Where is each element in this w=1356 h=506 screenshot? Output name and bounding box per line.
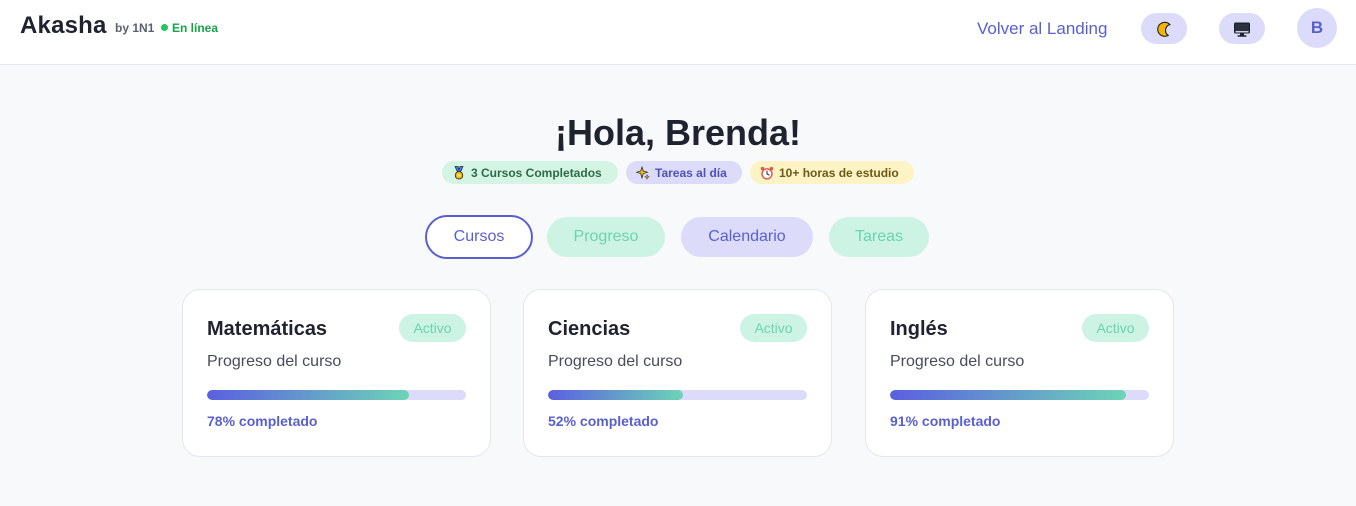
badge-courses-completed: 3 Cursos Completados xyxy=(442,161,618,184)
course-progress-label: 91% completado xyxy=(890,413,1001,429)
moon-icon xyxy=(1157,21,1171,37)
brand-logo[interactable]: Akasha xyxy=(20,12,107,40)
course-progress-caption: Progreso del curso xyxy=(207,353,342,370)
course-card-matematicas[interactable]: Matemáticas Activo Progreso del curso 78… xyxy=(182,289,491,457)
course-progress-caption: Progreso del curso xyxy=(548,353,683,370)
course-title: Matemáticas xyxy=(207,318,328,340)
monitor-icon xyxy=(1234,22,1250,37)
tab-progreso[interactable]: Progreso xyxy=(547,217,665,257)
tab-calendario[interactable]: Calendario xyxy=(681,217,813,257)
greeting-title: ¡Hola, Brenda! xyxy=(554,112,802,153)
course-title: Inglés xyxy=(890,318,948,340)
course-progress-fill xyxy=(548,390,683,400)
brand-byline: by 1N1 xyxy=(115,21,155,35)
course-progress-fill xyxy=(207,390,410,400)
badge-tasks-up-to-date: Tareas al día xyxy=(626,161,742,184)
course-progress-caption: Progreso del curso xyxy=(890,353,1025,370)
online-status-dot xyxy=(161,24,168,31)
display-mode-button[interactable] xyxy=(1219,13,1265,44)
badge-tasks-label: Tareas al día xyxy=(655,165,727,180)
course-card-ingles[interactable]: Inglés Activo Progreso del curso 91% com… xyxy=(865,289,1174,457)
theme-toggle-button[interactable] xyxy=(1141,13,1187,44)
course-progress-label: 78% completado xyxy=(207,413,318,429)
badge-courses-label: 3 Cursos Completados xyxy=(471,165,602,180)
course-status-badge: Activo xyxy=(740,314,807,342)
tab-cursos[interactable]: Cursos xyxy=(425,215,533,259)
course-progress-bar xyxy=(890,390,1149,400)
top-bar: Akasha by 1N1 En línea Volver al Landing… xyxy=(0,0,1356,65)
medal-icon xyxy=(454,165,464,179)
course-card-ciencias[interactable]: Ciencias Activo Progreso del curso 52% c… xyxy=(523,289,832,457)
course-title: Ciencias xyxy=(548,318,631,340)
badge-study-hours: 10+ horas de estudio xyxy=(750,161,914,184)
course-progress-bar xyxy=(207,390,466,400)
sparkles-icon xyxy=(636,165,650,180)
course-progress-bar xyxy=(548,390,807,400)
course-progress-fill xyxy=(890,390,1126,400)
user-avatar[interactable]: B xyxy=(1297,8,1337,48)
online-status-label: En línea xyxy=(172,21,219,35)
back-to-landing-link[interactable]: Volver al Landing xyxy=(977,19,1107,39)
course-progress-label: 52% completado xyxy=(548,413,659,429)
badge-hours-label: 10+ horas de estudio xyxy=(779,165,899,180)
alarm-clock-icon xyxy=(760,166,774,180)
course-status-badge: Activo xyxy=(399,314,466,342)
course-status-badge: Activo xyxy=(1082,314,1149,342)
tab-tareas[interactable]: Tareas xyxy=(829,217,929,257)
